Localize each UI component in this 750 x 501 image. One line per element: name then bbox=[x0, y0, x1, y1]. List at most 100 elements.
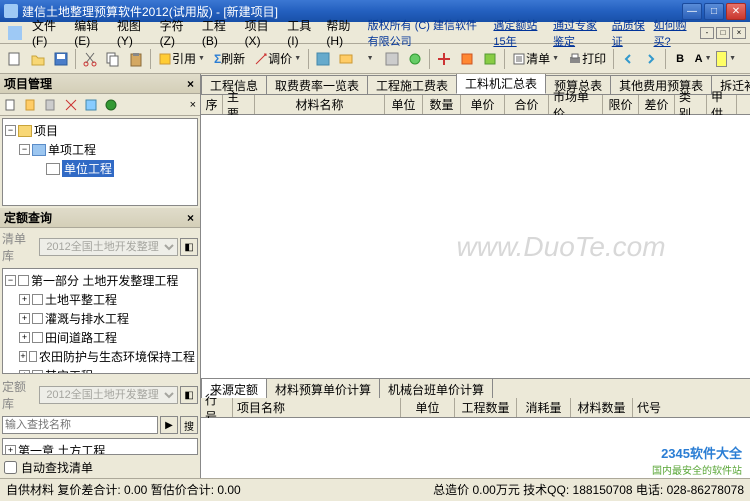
tb-adjust[interactable]: 调价▼ bbox=[250, 50, 305, 67]
col-seq[interactable]: 序 bbox=[201, 95, 223, 114]
search-btn[interactable]: ▶ bbox=[160, 416, 178, 434]
ch1[interactable]: +第一章 土方工程 bbox=[5, 441, 195, 455]
tab-material-summary[interactable]: 工料机汇总表 bbox=[456, 74, 546, 94]
tb-cut[interactable] bbox=[79, 48, 101, 70]
chapters-tree[interactable]: +第一章 土方工程 +第二章 石方工程 +第三章 砌体工程 +第四章 混凝土工程… bbox=[2, 438, 198, 455]
pt-btn6[interactable] bbox=[102, 96, 120, 114]
project-panel-close[interactable]: × bbox=[185, 77, 196, 91]
pt-close[interactable]: × bbox=[188, 99, 198, 111]
mdi-close[interactable]: × bbox=[732, 27, 746, 39]
link-2[interactable]: 通过专家鉴定 bbox=[549, 17, 608, 49]
col-limit[interactable]: 限价 bbox=[603, 95, 639, 114]
pt-btn3[interactable] bbox=[42, 96, 60, 114]
tb-color-swatch[interactable]: ▼ bbox=[715, 48, 737, 70]
tb-color-a[interactable]: A▼ bbox=[692, 48, 714, 70]
tb-quote[interactable]: 引用▼ bbox=[154, 50, 209, 67]
link-1[interactable]: 遇定额站15年 bbox=[489, 17, 549, 49]
quota-lib-btn[interactable]: ◧ bbox=[180, 238, 198, 256]
bcol-code[interactable]: 代号 bbox=[633, 398, 750, 417]
bcol-consume[interactable]: 消耗量 bbox=[517, 398, 571, 417]
bcol-unit[interactable]: 单位 bbox=[401, 398, 455, 417]
tb-icon8[interactable] bbox=[479, 48, 501, 70]
pt-btn5[interactable] bbox=[82, 96, 100, 114]
menu-help[interactable]: 帮助(H) bbox=[320, 15, 363, 50]
search-btn2[interactable]: 搜 bbox=[180, 416, 198, 434]
menu-edit[interactable]: 编辑(E) bbox=[68, 15, 111, 50]
tab-fee-rate[interactable]: 取费费率一览表 bbox=[266, 75, 368, 94]
tb-print[interactable]: 打印 bbox=[564, 50, 610, 67]
menubar: 文件(F) 编辑(E) 视图(Y) 字符(Z) 工程(B) 项目(X) 工具(I… bbox=[0, 22, 750, 44]
tb-icon4[interactable] bbox=[381, 48, 403, 70]
tb-paste[interactable] bbox=[125, 48, 147, 70]
qt-part1[interactable]: −第一部分 土地开发整理工程 bbox=[5, 271, 195, 290]
tree-sub2[interactable]: 单位工程 bbox=[5, 159, 195, 178]
tab-construction[interactable]: 工程施工费表 bbox=[367, 75, 457, 94]
col-diff[interactable]: 差价 bbox=[639, 95, 675, 114]
quotalib-row: 定额库 2012全国土地开发整理 ◧ bbox=[0, 376, 200, 414]
col-more[interactable]: … bbox=[737, 95, 750, 114]
tb-bold[interactable]: B bbox=[669, 48, 691, 70]
tb-new[interactable] bbox=[4, 48, 26, 70]
col-cat[interactable]: 类别 bbox=[675, 95, 707, 114]
col-total[interactable]: 合价 bbox=[505, 95, 549, 114]
tb-icon7[interactable] bbox=[456, 48, 478, 70]
quotalib-btn[interactable]: ◧ bbox=[180, 386, 198, 404]
qt-p1c1[interactable]: +土地平整工程 bbox=[5, 290, 195, 309]
close-button[interactable]: ✕ bbox=[726, 3, 746, 20]
copyright-text: 版权所有 (C) 建信软件有限公司 bbox=[364, 17, 490, 49]
col-mktprice[interactable]: 市场单价 bbox=[549, 95, 603, 114]
tree-root[interactable]: −项目 bbox=[5, 121, 195, 140]
link-3[interactable]: 品质保证 bbox=[608, 17, 650, 49]
search-input[interactable] bbox=[2, 416, 158, 434]
col-unit[interactable]: 单位 bbox=[385, 95, 423, 114]
menu-engineering[interactable]: 工程(B) bbox=[196, 15, 239, 50]
col-main[interactable]: 主要 bbox=[223, 95, 255, 114]
mdi-restore[interactable]: □ bbox=[716, 27, 730, 39]
menu-project[interactable]: 项目(X) bbox=[239, 15, 282, 50]
col-qty[interactable]: 数量 bbox=[423, 95, 461, 114]
tb-icon6[interactable] bbox=[433, 48, 455, 70]
col-supply[interactable]: 甲供 bbox=[707, 95, 737, 114]
link-4[interactable]: 如何购买? bbox=[650, 17, 696, 49]
tb-copy[interactable] bbox=[102, 48, 124, 70]
qt-p1c4[interactable]: +农田防护与生态环境保持工程 bbox=[5, 347, 195, 366]
menu-char[interactable]: 字符(Z) bbox=[154, 15, 196, 50]
tb-icon2[interactable] bbox=[335, 48, 357, 70]
bcol-engqty[interactable]: 工程数量 bbox=[455, 398, 517, 417]
quota-lib-combo[interactable]: 2012全国土地开发整理 bbox=[39, 238, 178, 256]
qt-p1c2[interactable]: +灌溉与排水工程 bbox=[5, 309, 195, 328]
project-tree[interactable]: −项目 −单项工程 单位工程 bbox=[2, 118, 198, 206]
quota-query-close[interactable]: × bbox=[185, 211, 196, 225]
maximize-button[interactable]: □ bbox=[704, 3, 724, 20]
pt-btn4[interactable] bbox=[62, 96, 80, 114]
menu-file[interactable]: 文件(F) bbox=[26, 15, 68, 50]
qt-p1c5[interactable]: +其它工程 bbox=[5, 366, 195, 374]
tb-icon3[interactable]: ▼ bbox=[358, 48, 380, 70]
pt-btn2[interactable] bbox=[22, 96, 40, 114]
bcol-row[interactable]: 行号 bbox=[201, 398, 233, 417]
auto-find-check[interactable] bbox=[4, 461, 17, 474]
tree-sub1[interactable]: −单项工程 bbox=[5, 140, 195, 159]
tb-refresh[interactable]: Σ刷新 bbox=[210, 50, 249, 67]
main-grid-body[interactable]: www.DuoTe.com bbox=[201, 115, 750, 378]
bcol-matqty[interactable]: 材料数量 bbox=[571, 398, 633, 417]
tb-back[interactable] bbox=[617, 48, 639, 70]
tb-forward[interactable] bbox=[640, 48, 662, 70]
qt-p1c3[interactable]: +田间道路工程 bbox=[5, 328, 195, 347]
menu-view[interactable]: 视图(Y) bbox=[111, 15, 154, 50]
col-matname[interactable]: 材料名称 bbox=[255, 95, 385, 114]
col-price[interactable]: 单价 bbox=[461, 95, 505, 114]
quota-tree[interactable]: −第一部分 土地开发整理工程 +土地平整工程 +灌溉与排水工程 +田间道路工程 … bbox=[2, 268, 198, 374]
quotalib-combo[interactable]: 2012全国土地开发整理 bbox=[39, 386, 178, 404]
tb-icon1[interactable] bbox=[312, 48, 334, 70]
bottom-grid-body[interactable] bbox=[201, 418, 750, 478]
tb-icon5[interactable] bbox=[404, 48, 426, 70]
tb-open[interactable] bbox=[27, 48, 49, 70]
pt-btn1[interactable] bbox=[2, 96, 20, 114]
menu-tools[interactable]: 工具(I) bbox=[281, 15, 320, 50]
tb-save[interactable] bbox=[50, 48, 72, 70]
status-right: 总造价 0.00万元 技术QQ: 188150708 电话: 028-86278… bbox=[433, 481, 744, 498]
tb-list[interactable]: 清单▼ bbox=[508, 50, 563, 67]
bcol-name[interactable]: 项目名称 bbox=[233, 398, 401, 417]
mdi-minimize[interactable]: - bbox=[700, 27, 714, 39]
